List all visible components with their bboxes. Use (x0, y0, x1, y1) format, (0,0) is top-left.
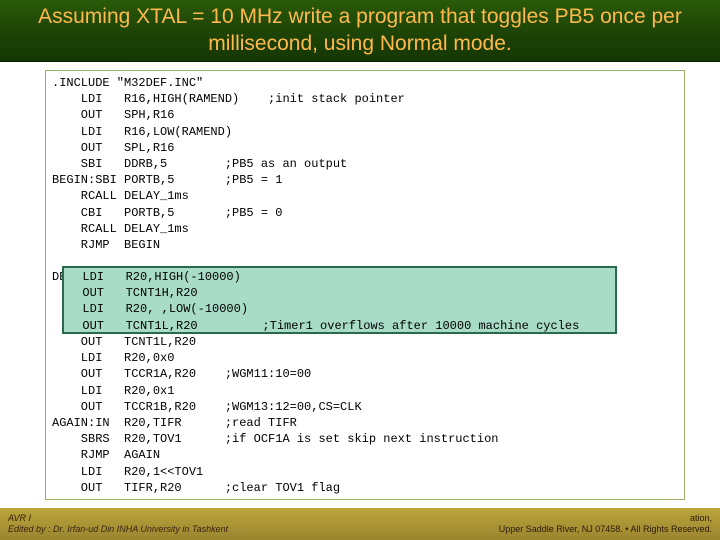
footer-pub-2: Upper Saddle River, NJ 07458. • All Righ… (499, 524, 712, 534)
footer-bar: AVR I Edited by : Dr. Irfan-ud Din INHA … (0, 508, 720, 540)
footer-editor: Edited by : Dr. Irfan-ud Din INHA Univer… (8, 524, 228, 534)
title-bar: Assuming XTAL = 10 MHz write a program t… (0, 0, 720, 62)
footer-pub-1: ation, (690, 513, 712, 523)
highlight-overlay: LDI R20,HIGH(-10000) OUT TCNT1H,R20 LDI … (62, 266, 617, 334)
footer-left: AVR I Edited by : Dr. Irfan-ud Din INHA … (8, 513, 228, 535)
slide-title: Assuming XTAL = 10 MHz write a program t… (20, 4, 700, 57)
footer-right: ation, Upper Saddle River, NJ 07458. • A… (499, 513, 712, 535)
footer-book: AVR I (8, 513, 31, 523)
